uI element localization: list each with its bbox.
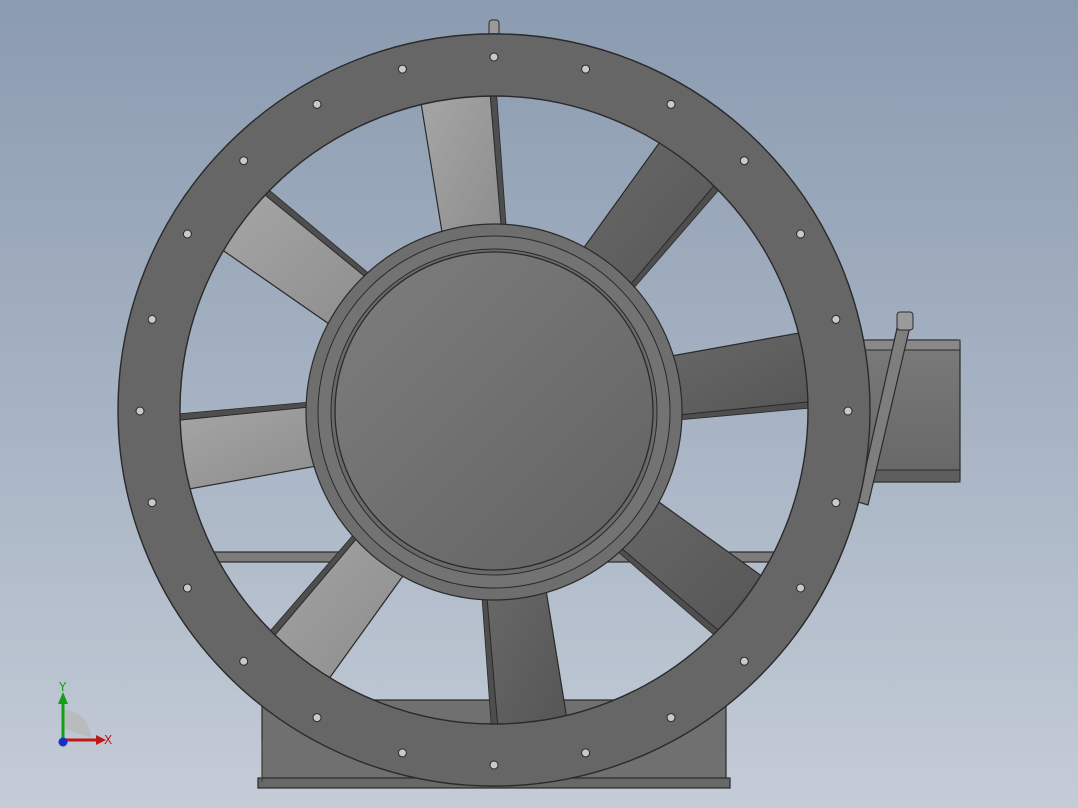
bolt-hole bbox=[147, 498, 157, 508]
x-axis-label: X bbox=[104, 733, 112, 747]
bolt-hole bbox=[182, 229, 192, 239]
bolt-hole bbox=[239, 156, 249, 166]
bolt-hole bbox=[581, 748, 591, 758]
bolt-hole bbox=[831, 314, 841, 324]
fan-hub bbox=[305, 223, 683, 601]
reference-triad: Y X bbox=[40, 680, 130, 760]
bolt-hole bbox=[831, 498, 841, 508]
bolt-hole bbox=[135, 406, 145, 416]
bolt-hole bbox=[147, 314, 157, 324]
axial-fan-model[interactable] bbox=[0, 0, 1078, 808]
bolt-hole bbox=[843, 406, 853, 416]
bolt-hole bbox=[239, 656, 249, 666]
bolt-hole bbox=[397, 748, 407, 758]
bolt-hole bbox=[397, 64, 407, 74]
bolt-hole bbox=[182, 583, 192, 593]
bolt-hole bbox=[739, 656, 749, 666]
bolt-hole bbox=[796, 229, 806, 239]
triad-plane-shade bbox=[63, 710, 91, 738]
bolt-hole bbox=[739, 156, 749, 166]
y-axis-label: Y bbox=[58, 680, 67, 694]
bolt-hole bbox=[489, 760, 499, 770]
3d-graphics-viewport[interactable]: Y X bbox=[0, 0, 1078, 808]
bolt-hole bbox=[312, 99, 322, 109]
bolt-hole bbox=[312, 713, 322, 723]
bolt-hole bbox=[666, 99, 676, 109]
bolt-hole bbox=[489, 52, 499, 62]
motor-housing bbox=[857, 311, 961, 506]
bolt-hole bbox=[666, 713, 676, 723]
bolt-hole bbox=[581, 64, 591, 74]
bolt-hole bbox=[796, 583, 806, 593]
z-axis-dot bbox=[58, 737, 68, 747]
